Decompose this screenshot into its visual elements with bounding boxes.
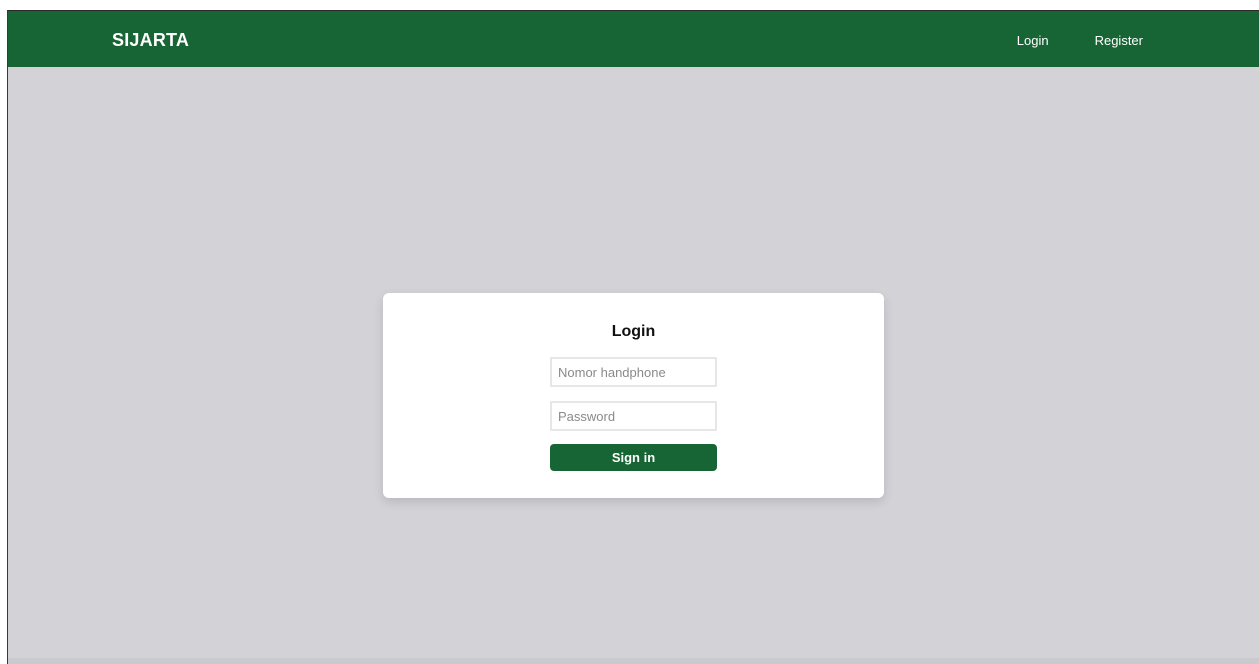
password-input[interactable] [550, 401, 717, 431]
login-card: Login Sign in [383, 293, 884, 498]
nav-register-link[interactable]: Register [1095, 33, 1143, 48]
top-navbar: SIJARTA Login Register [8, 11, 1259, 67]
login-title: Login [611, 323, 656, 340]
brand-logo-link[interactable]: SIJARTA [112, 30, 189, 51]
phone-number-input[interactable] [550, 357, 717, 387]
nav-login-link[interactable]: Login [1017, 33, 1049, 48]
sign-in-button[interactable]: Sign in [550, 444, 717, 471]
nav-links: Login Register [1017, 33, 1143, 48]
browser-viewport: SIJARTA Login Register Login Sign in [7, 10, 1259, 664]
bottom-edge [8, 658, 1259, 664]
